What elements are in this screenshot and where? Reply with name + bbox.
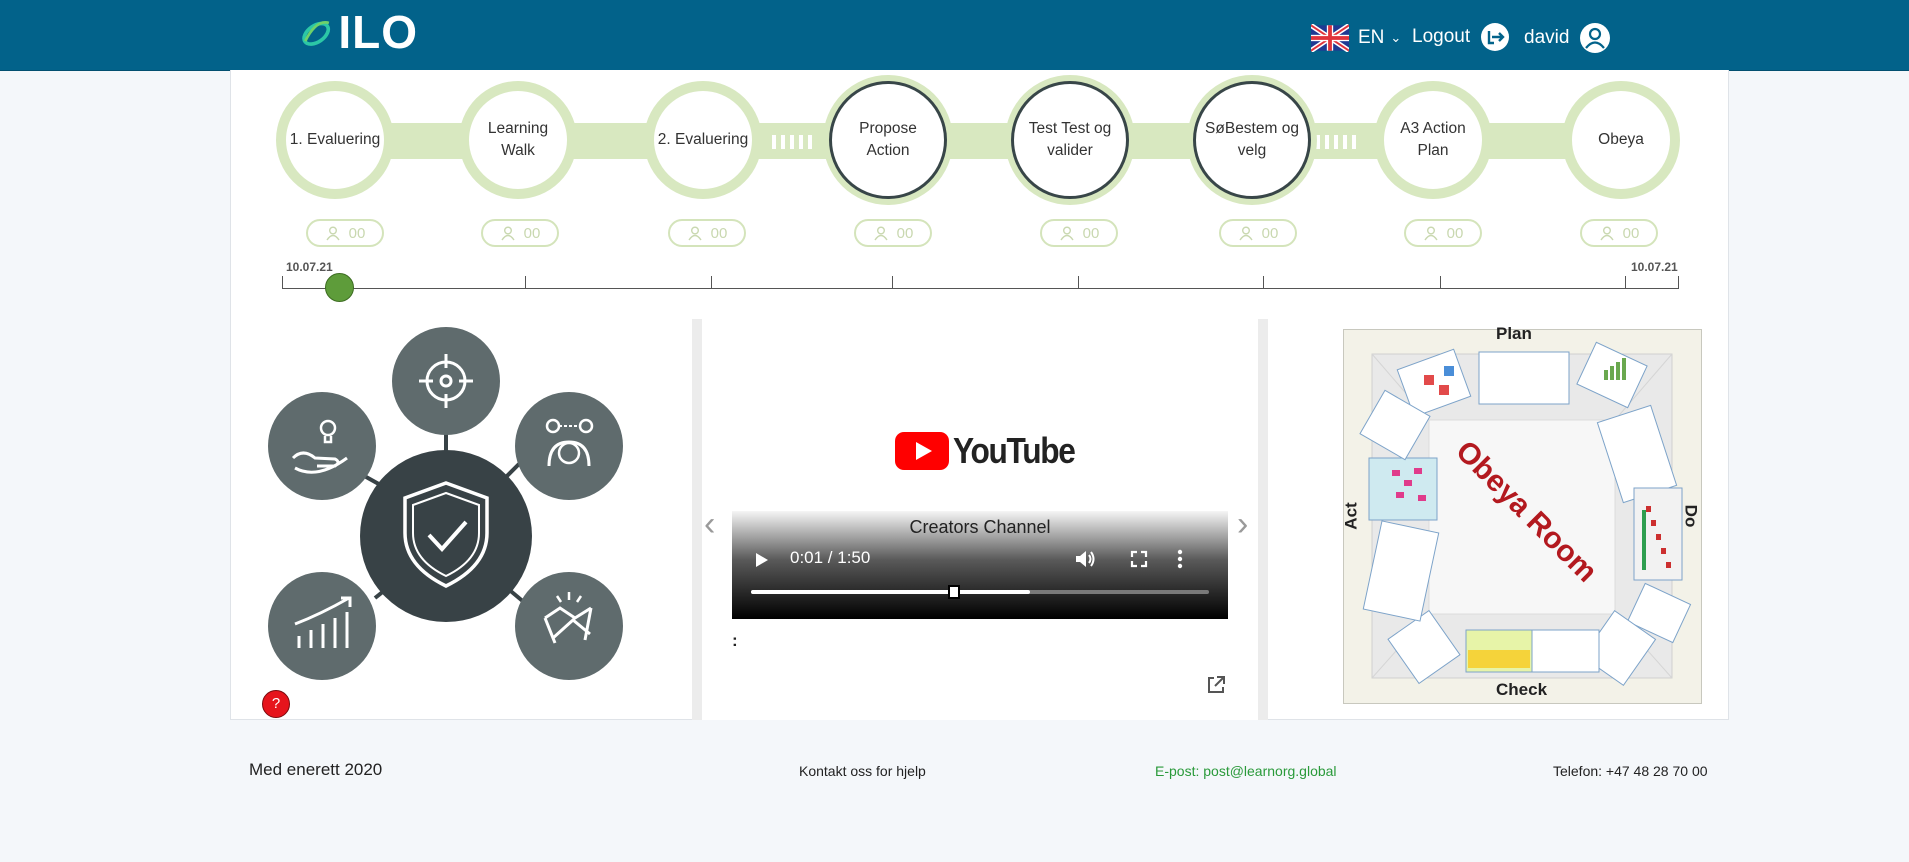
participant-count-badge[interactable]: 00 [668,219,746,247]
step-bestem-og-velg[interactable]: SøBestem og velg [1193,81,1311,199]
capabilities-hub-diagram [268,327,623,680]
logout-icon [1481,23,1510,51]
logout-button[interactable]: Logout [1412,22,1510,52]
user-avatar-icon [1580,23,1611,53]
user-menu[interactable]: david [1524,22,1611,54]
video-title: Creators Channel [909,517,1051,537]
timeline-tick [525,276,526,289]
user-icon [326,226,340,241]
language-selector[interactable]: EN ⌄ [1311,24,1401,52]
target-icon [392,327,500,435]
step-learning-walk[interactable]: Learning Walk [459,81,577,199]
shield-check-icon [360,450,532,622]
leaf-logo-icon [302,21,331,46]
chevron-down-icon: ⌄ [1390,30,1402,45]
timeline-tick [711,276,712,289]
obeya-do-label: Do [1681,504,1701,528]
volume-icon[interactable] [1074,549,1096,569]
user-icon [874,226,888,241]
logo-text: ILO [338,6,418,58]
user-icon [1060,226,1074,241]
fullscreen-icon[interactable] [1130,550,1148,568]
user-icon [1239,226,1253,241]
participant-count-badge[interactable]: 00 [481,219,559,247]
obeya-plan-label: Plan [1496,324,1532,343]
footer-phone: Telefon: +47 48 28 70 00 [1553,763,1708,779]
video-progress-bar[interactable] [751,590,1209,594]
user-icon [1424,226,1438,241]
logout-label: Logout [1412,26,1471,47]
play-icon[interactable] [754,551,770,569]
ilo-logo[interactable]: ILO [298,6,418,58]
timeline-tick [1625,276,1626,289]
user-icon [688,226,702,241]
step-obeya[interactable]: Obeya [1562,81,1680,199]
footer-email-link[interactable]: E-post: post@learnorg.global [1155,763,1337,779]
participant-count-badge[interactable]: 00 [1580,219,1658,247]
participant-count-badge[interactable]: 00 [1040,219,1118,247]
username: david [1524,27,1570,48]
help-button[interactable]: ? [262,690,290,718]
video-progress-fill [751,590,1031,594]
youtube-wordmark: YouTube [953,430,1076,471]
participant-count-badge[interactable]: 00 [306,219,384,247]
footer-contact: Kontakt oss for hjelp [799,763,926,779]
timeline-tick [1440,276,1441,289]
video-scrub-handle[interactable] [948,585,960,599]
timeline-current-marker[interactable] [325,273,354,302]
footer-copyright: Med enerett 2020 [249,760,383,779]
carousel-prev-button[interactable]: ‹ [704,505,715,544]
timeline-start-date: 10.07.21 [286,260,333,274]
step-propose-action[interactable]: Propose Action [829,81,947,199]
step-a3-action-plan[interactable]: A3 Action Plan [1374,81,1492,199]
handshake-icon [515,572,623,680]
timeline-tick [282,276,283,289]
obeya-room-illustration: Obeya Room Plan Check Act Do [1341,324,1702,704]
timeline-tick [1678,276,1679,289]
carousel-next-button[interactable]: › [1237,505,1248,544]
uk-flag-icon [1311,24,1349,52]
external-link-icon[interactable] [1205,674,1227,696]
participant-count-badge[interactable]: 00 [1219,219,1297,247]
person-ideas-icon [515,392,623,500]
obeya-act-label: Act [1341,502,1361,530]
participant-count-badge[interactable]: 00 [1404,219,1482,247]
language-code: EN [1358,27,1385,48]
hand-lightbulb-icon [268,392,376,500]
user-icon [1600,226,1614,241]
user-icon [501,226,515,241]
video-time: 0:01 / 1:50 [790,548,871,567]
growth-chart-icon [268,572,376,680]
step-test-og-valider[interactable]: Test Test og valider [1011,81,1129,199]
timeline-end-date: 10.07.21 [1631,260,1678,274]
video-player[interactable]: Creators Channel 0:01 / 1:50 [732,511,1228,619]
timeline-tick [1263,276,1264,289]
top-navbar: ILO EN ⌄ Logout david [0,0,1909,71]
youtube-play-icon [895,432,949,470]
timeline-tick [1078,276,1079,289]
obeya-check-label: Check [1496,680,1548,699]
youtube-logo: YouTube [895,430,1091,472]
timeline-tick [892,276,893,289]
timeline-axis [282,288,1679,289]
video-caption: : [732,631,738,650]
more-options-icon[interactable] [1177,549,1183,569]
step-2-evaluering[interactable]: 2. Evaluering [644,81,762,199]
participant-count-badge[interactable]: 00 [854,219,932,247]
step-1-evaluering[interactable]: 1. Evaluering [276,81,394,199]
